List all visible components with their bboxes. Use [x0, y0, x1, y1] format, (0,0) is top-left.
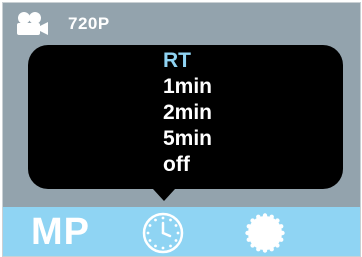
mode-bar: MP [3, 207, 360, 256]
video-camera-icon [17, 12, 48, 35]
menu-item-rt[interactable]: RT [163, 48, 212, 74]
interval-menu-popup: RT 1min 2min 5min off [28, 45, 343, 189]
menu-item-2min[interactable]: 2min [163, 100, 212, 126]
settings-gear-icon[interactable] [245, 213, 285, 253]
status-bar: 720P [3, 3, 360, 43]
timer-icon[interactable] [141, 211, 185, 255]
menu-item-1min[interactable]: 1min [163, 74, 212, 100]
menu-item-5min[interactable]: 5min [163, 126, 212, 152]
interval-menu-list: RT 1min 2min 5min off [163, 48, 212, 178]
resolution-label: 720P [68, 14, 110, 33]
menu-pointer-arrow [153, 189, 175, 201]
mode-label[interactable]: MP [31, 212, 90, 252]
menu-item-off[interactable]: off [163, 152, 212, 178]
camera-screen: 720P RT 1min 2min 5min off MP [2, 2, 361, 257]
